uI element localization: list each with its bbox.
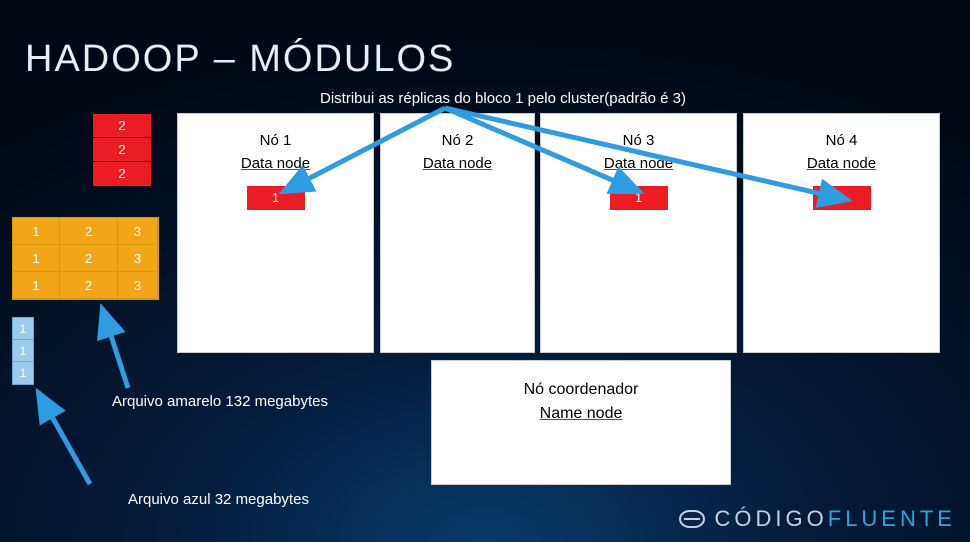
slide-title: HADOOP – MÓDULOS xyxy=(25,38,455,81)
data-node-4: Nó 4 Data node 1 xyxy=(743,113,940,353)
blue-file-column: 1 1 1 xyxy=(12,317,34,385)
yellow-cell: 2 xyxy=(60,272,118,299)
blue-file-caption: Arquivo azul 32 megabytes xyxy=(128,491,309,508)
yellow-file-arrow xyxy=(102,308,128,388)
red-block-table: 2 2 2 xyxy=(92,113,152,187)
yellow-cell: 1 xyxy=(13,245,60,272)
yellow-file-caption: Arquivo amarelo 132 megabytes xyxy=(112,393,328,410)
logo-text-accent: FLUENTE xyxy=(828,506,956,531)
yellow-cell: 2 xyxy=(60,245,118,272)
coordinator-name: Nó coordenador xyxy=(432,381,730,399)
logo: CÓDIGOFLUENTE xyxy=(679,506,956,532)
data-node-3: Nó 3 Data node 1 xyxy=(540,113,737,353)
node-type: Data node xyxy=(744,155,939,172)
blue-file-arrow xyxy=(38,392,90,484)
yellow-cell: 3 xyxy=(118,218,158,245)
coordinator-node: Nó coordenador Name node xyxy=(431,360,731,485)
coordinator-type: Name node xyxy=(432,405,730,423)
node-name: Nó 4 xyxy=(744,132,939,149)
block-1: 1 xyxy=(247,186,305,210)
node-name: Nó 2 xyxy=(381,132,534,149)
blue-cell: 1 xyxy=(13,318,33,340)
yellow-cell: 2 xyxy=(60,218,118,245)
yellow-cell: 1 xyxy=(13,218,60,245)
blue-cell: 1 xyxy=(13,362,33,384)
yellow-cell: 1 xyxy=(13,272,60,299)
node-name: Nó 1 xyxy=(178,132,373,149)
logo-icon xyxy=(679,510,705,528)
node-type: Data node xyxy=(381,155,534,172)
logo-text-prefix: CÓDIGO xyxy=(715,506,828,531)
node-type: Data node xyxy=(541,155,736,172)
distribution-caption: Distribui as réplicas do bloco 1 pelo cl… xyxy=(320,90,686,107)
node-name: Nó 3 xyxy=(541,132,736,149)
red-cell: 2 xyxy=(93,138,151,162)
node-type: Data node xyxy=(178,155,373,172)
red-cell: 2 xyxy=(93,162,151,186)
red-cell: 2 xyxy=(93,114,151,138)
yellow-file-table: 1 2 3 1 2 3 1 2 3 xyxy=(12,217,159,300)
data-node-2: Nó 2 Data node xyxy=(380,113,535,353)
block-1: 1 xyxy=(610,186,668,210)
yellow-cell: 3 xyxy=(118,245,158,272)
blue-cell: 1 xyxy=(13,340,33,362)
yellow-cell: 3 xyxy=(118,272,158,299)
block-1: 1 xyxy=(813,186,871,210)
data-node-1: Nó 1 Data node 1 xyxy=(177,113,374,353)
